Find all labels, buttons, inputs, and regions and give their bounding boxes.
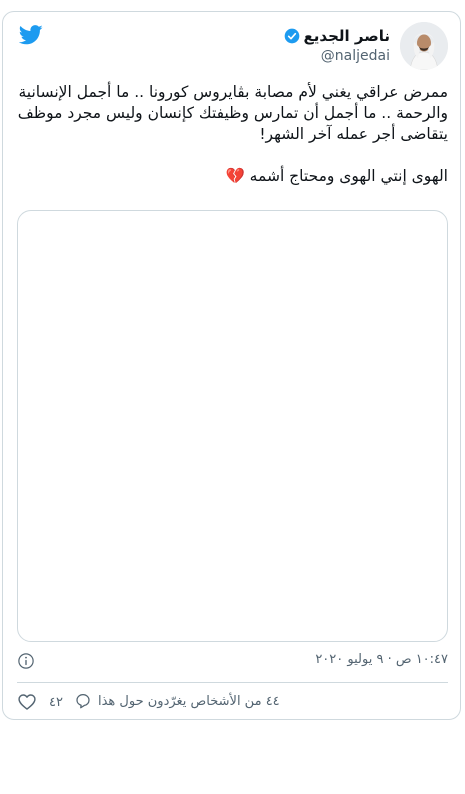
tweet-card[interactable]: ناصر الجديع @naljedai ممرض عراقي يغني لأ… [2,11,461,720]
tweet-meta: ١٠:٤٧ ص · ٩ يوليو ٢٠٢٠ [17,652,448,674]
display-name[interactable]: ناصر الجديع [284,27,390,45]
heart-icon [18,694,36,710]
user-handle[interactable]: @naljedai [284,48,390,64]
media-container[interactable] [17,210,448,642]
twitter-bird-icon[interactable] [19,24,43,46]
timestamp[interactable]: ١٠:٤٧ ص · ٩ يوليو ٢٠٢٠ [315,652,448,667]
tweet-text-line-3: يتقاضى أجر عمله آخر الشهر! [259,125,448,143]
tweet-text-line-2: والرحمة .. ما أجمل أن تمارس وظيفتك كإنسا… [17,104,448,122]
tweet-header: ناصر الجديع @naljedai [15,22,448,72]
verified-badge-icon [284,28,299,44]
info-icon[interactable] [17,652,35,670]
tweet-text-line-1: ممرض عراقي يغني لأم مصابة بڤايروس كورونا… [18,83,449,101]
like-button[interactable]: ٤٢ [17,692,63,712]
tweet-actions: ٤٢ ٤٤ من الأشخاص يغرّدون حول هذا [17,692,448,714]
display-name-text[interactable]: ناصر الجديع [304,27,390,45]
reply-icon [76,693,90,709]
divider [17,682,448,683]
tweet-text-line-4: الهوى إنتي الهوى ومحتاج أشمه 💔 [225,167,448,185]
reply-button[interactable]: ٤٤ من الأشخاص يغرّدون حول هذا [74,692,280,710]
like-count: ٤٢ [49,694,63,710]
reply-text: ٤٤ من الأشخاص يغرّدون حول هذا [98,693,280,709]
tweet-text: ممرض عراقي يغني لأم مصابة بڤايروس كورونا… [17,82,448,187]
avatar[interactable] [400,22,448,70]
